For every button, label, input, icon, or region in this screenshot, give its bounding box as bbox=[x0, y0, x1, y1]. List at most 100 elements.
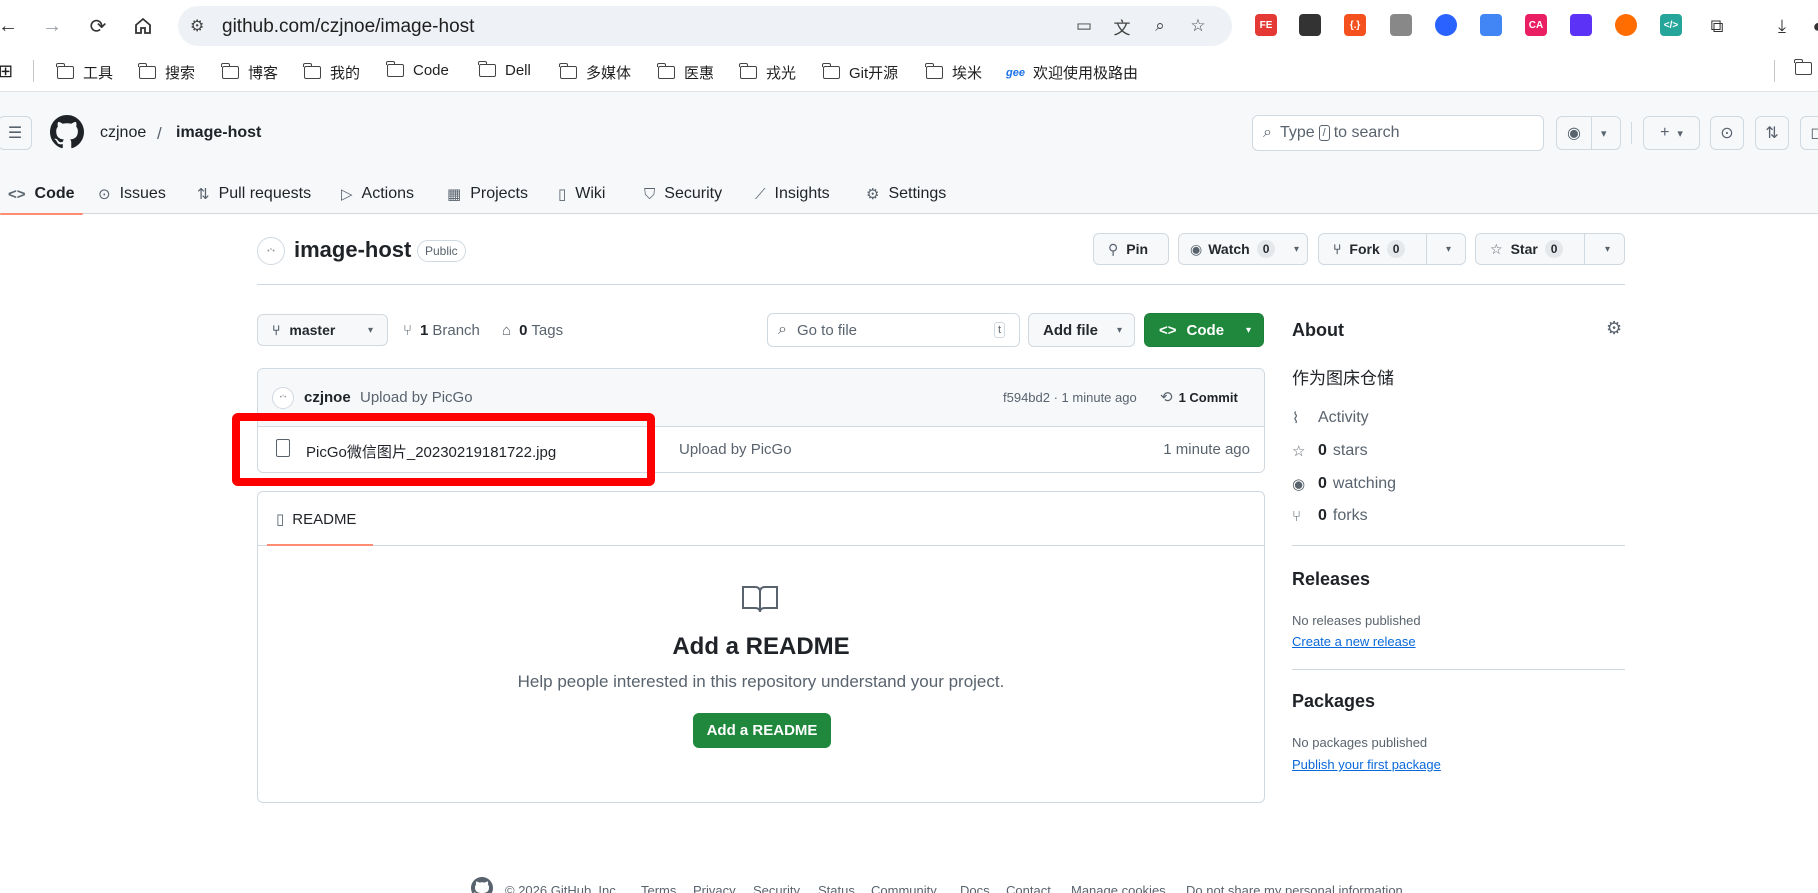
tab-security[interactable]: ⛉ Security bbox=[644, 174, 722, 214]
fork-button[interactable]: ⑂ Fork 0 ▾ bbox=[1318, 233, 1466, 265]
pull-requests-icon[interactable]: ⇅ bbox=[1755, 116, 1789, 150]
translate-icon[interactable]: 文 bbox=[1110, 14, 1134, 38]
zoom-icon[interactable]: ⌕ bbox=[1148, 14, 1172, 38]
extension-dev-icon[interactable] bbox=[1570, 14, 1592, 36]
avatar[interactable]: •°• bbox=[272, 387, 294, 409]
create-new-button[interactable]: + ▾ bbox=[1643, 116, 1700, 150]
copilot-button[interactable]: ◉ ▾ bbox=[1556, 116, 1621, 150]
folder-icon bbox=[138, 63, 156, 79]
star-button[interactable]: ☆ Star 0 ▾ bbox=[1475, 233, 1625, 265]
address-bar[interactable]: ⚙ github.com/czjnoe/image-host ▭ 文 ⌕ ☆ bbox=[178, 6, 1232, 46]
bookmark-folder[interactable]: Code bbox=[386, 61, 449, 79]
tab-projects[interactable]: ▦ Projects bbox=[447, 174, 528, 214]
commit-meta[interactable]: f594bd2 · 1 minute ago bbox=[1003, 390, 1137, 405]
site-settings-icon[interactable]: ⚙ bbox=[190, 16, 204, 36]
extension-ca-icon[interactable]: CA bbox=[1525, 14, 1547, 36]
footer-link-security[interactable]: Security bbox=[753, 883, 800, 893]
bookmark-link[interactable]: gee 欢迎使用极路由 bbox=[1006, 62, 1138, 83]
owner-avatar[interactable]: •°• bbox=[257, 237, 285, 265]
bookmark-star-icon[interactable]: ☆ bbox=[1186, 14, 1210, 38]
bookmark-folder[interactable]: 医惠 bbox=[657, 62, 714, 83]
search-input[interactable]: ⌕ Type / to search bbox=[1252, 115, 1544, 151]
breadcrumb-repo[interactable]: image-host bbox=[176, 124, 261, 142]
breadcrumb-owner[interactable]: czjnoe bbox=[100, 124, 146, 142]
chevron-down-icon[interactable]: ▾ bbox=[1605, 244, 1610, 255]
chevron-down-icon[interactable]: ▾ bbox=[1294, 244, 1299, 255]
commits-link[interactable]: ⟲ 1 Commit bbox=[1160, 388, 1238, 406]
tab-wiki[interactable]: ▯ Wiki bbox=[558, 174, 605, 214]
commit-author[interactable]: czjnoe bbox=[304, 389, 351, 406]
branches-link[interactable]: ⑂ 1 Branch bbox=[403, 322, 480, 339]
profile-icon[interactable]: ◐ bbox=[1806, 14, 1818, 38]
commit-message[interactable]: Upload by PicGo bbox=[360, 389, 473, 406]
add-readme-button[interactable]: Add a README bbox=[693, 713, 831, 748]
tags-link[interactable]: ⌂ 0 Tags bbox=[502, 322, 563, 339]
bookmark-folder[interactable]: 多媒体 bbox=[559, 62, 631, 83]
footer-link-community[interactable]: Community bbox=[871, 883, 937, 893]
pin-label: Pin bbox=[1126, 241, 1149, 257]
bookmark-folder[interactable]: 我的 bbox=[303, 62, 360, 83]
releases-title[interactable]: Releases bbox=[1292, 569, 1370, 590]
bookmark-folder[interactable]: Git开源 bbox=[822, 62, 898, 83]
issues-icon[interactable]: ⊙ bbox=[1710, 116, 1744, 150]
tab-settings[interactable]: ⚙ Settings bbox=[866, 174, 946, 214]
footer-link-privacy[interactable]: Privacy bbox=[693, 883, 736, 893]
extension-capture-icon[interactable] bbox=[1615, 14, 1637, 36]
tab-issues[interactable]: ⊙ Issues bbox=[98, 174, 166, 214]
go-to-file-input[interactable]: ⌕ Go to file t bbox=[767, 313, 1020, 347]
footer-link-status[interactable]: Status bbox=[818, 883, 855, 893]
forward-icon[interactable]: → bbox=[40, 14, 64, 38]
tab-code[interactable]: <> Code bbox=[0, 174, 83, 215]
bookmark-folder[interactable]: 埃米 bbox=[925, 62, 982, 83]
extension-chat-icon[interactable] bbox=[1435, 14, 1457, 36]
pin-button[interactable]: ⚲ Pin bbox=[1093, 233, 1169, 265]
bookmark-folder[interactable]: 搜索 bbox=[138, 62, 195, 83]
watch-button[interactable]: ◉ Watch 0 ▾ bbox=[1178, 233, 1308, 265]
extension-translate-icon[interactable] bbox=[1480, 14, 1502, 36]
bookmark-folder[interactable]: Dell bbox=[478, 61, 531, 79]
extension-incognito-icon[interactable] bbox=[1390, 14, 1412, 36]
home-icon[interactable] bbox=[131, 14, 155, 38]
install-app-icon[interactable]: ▭ bbox=[1072, 14, 1096, 38]
extension-json-icon[interactable]: {.} bbox=[1344, 14, 1366, 36]
notifications-icon[interactable]: ◻ bbox=[1800, 116, 1818, 150]
extensions-puzzle-icon[interactable]: ⧉ bbox=[1705, 14, 1729, 38]
bookmark-folder[interactable]: 工具 bbox=[56, 62, 113, 83]
back-icon[interactable]: ← bbox=[0, 14, 20, 38]
other-bookmarks-folder[interactable] bbox=[1794, 59, 1818, 75]
packages-title[interactable]: Packages bbox=[1292, 691, 1375, 712]
add-file-button[interactable]: Add file ▾ bbox=[1028, 313, 1135, 347]
stars-link[interactable]: ☆ 0 stars bbox=[1292, 442, 1368, 460]
about-settings-icon[interactable]: ⚙ bbox=[1606, 318, 1622, 339]
footer-link-manage-cookies[interactable]: Manage cookies bbox=[1071, 883, 1166, 893]
readme-tab[interactable]: ▯ README bbox=[268, 492, 364, 546]
bookmark-folder[interactable]: 戎光 bbox=[739, 62, 796, 83]
github-logo-icon[interactable] bbox=[50, 115, 84, 154]
footer-link-docs[interactable]: Docs bbox=[960, 883, 990, 893]
footer-link-terms[interactable]: Terms bbox=[641, 883, 676, 893]
menu-icon[interactable]: ☰ bbox=[0, 116, 32, 150]
footer-link-do-not-share[interactable]: Do not share my personal information bbox=[1186, 883, 1403, 893]
publish-package-link[interactable]: Publish your first package bbox=[1292, 757, 1441, 772]
tab-actions[interactable]: ▷ Actions bbox=[341, 174, 414, 214]
bookmark-folder[interactable]: 博客 bbox=[221, 62, 278, 83]
create-release-link[interactable]: Create a new release bbox=[1292, 634, 1416, 649]
watching-link[interactable]: ◉ 0 watching bbox=[1292, 475, 1396, 493]
file-commit-message[interactable]: Upload by PicGo bbox=[679, 441, 792, 458]
tab-insights[interactable]: ⟋ Insights bbox=[755, 174, 830, 214]
extension-code-icon[interactable]: </> bbox=[1660, 14, 1682, 36]
code-button[interactable]: <> Code ▾ bbox=[1144, 313, 1264, 347]
star-label: Star bbox=[1510, 241, 1538, 257]
branch-selector[interactable]: ⑂ master ▾ bbox=[257, 314, 388, 346]
apps-grid-icon[interactable]: ⊞ bbox=[0, 61, 13, 82]
downloads-icon[interactable]: ⤓ bbox=[1770, 14, 1794, 38]
activity-link[interactable]: ⌇ Activity bbox=[1292, 409, 1369, 427]
chevron-down-icon[interactable]: ▾ bbox=[1446, 244, 1451, 255]
github-footer-logo-icon[interactable] bbox=[471, 877, 493, 893]
footer-link-contact[interactable]: Contact bbox=[1006, 883, 1051, 893]
reload-icon[interactable]: ⟳ bbox=[86, 14, 110, 38]
extension-terminal-icon[interactable] bbox=[1299, 14, 1321, 36]
extension-fe-icon[interactable]: FE bbox=[1255, 14, 1277, 36]
tab-pull-requests[interactable]: ⇅ Pull requests bbox=[197, 174, 311, 214]
forks-link[interactable]: ⑂ 0 forks bbox=[1292, 507, 1368, 525]
